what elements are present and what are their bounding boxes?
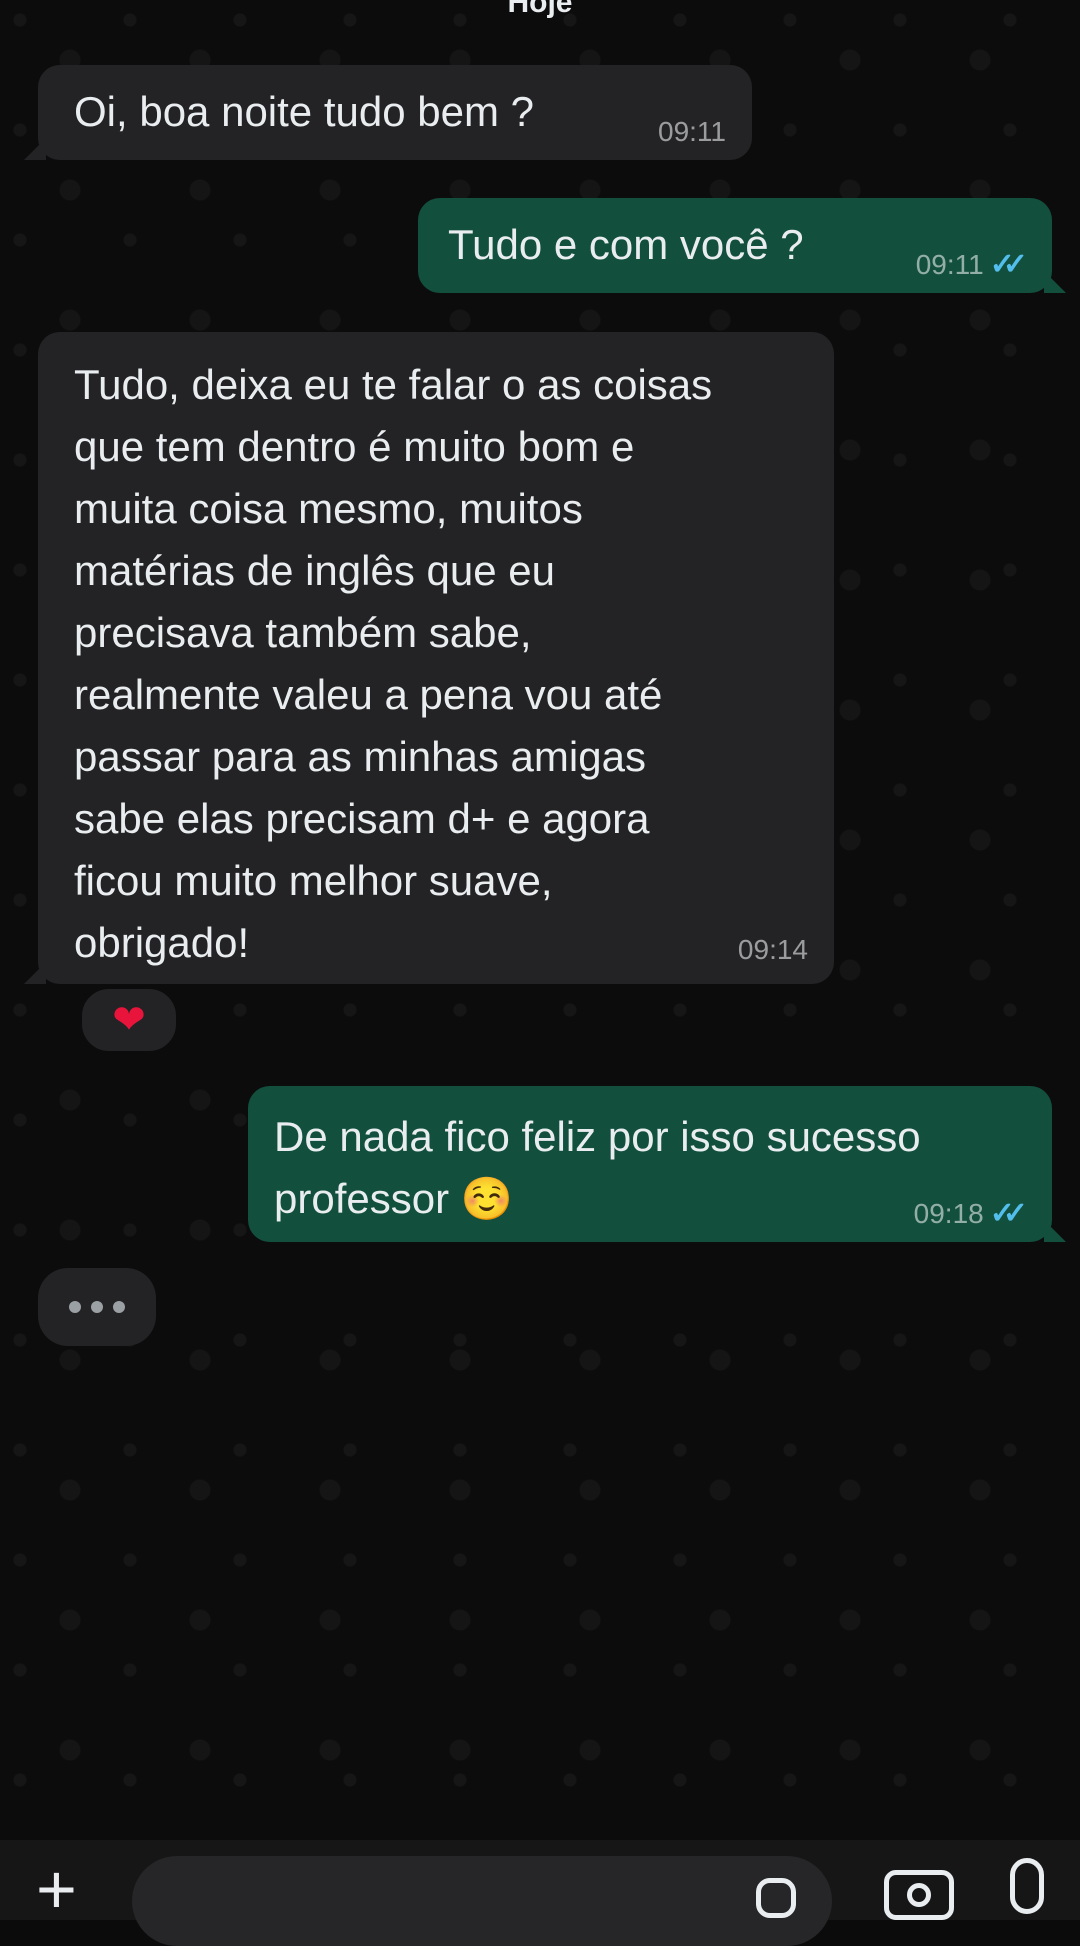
message-incoming[interactable]: Oi, boa noite tudo bem ? 09:11 (24, 65, 752, 160)
read-receipt-icon: ✓✓ (989, 248, 1028, 281)
message-time: 09:18 (913, 1198, 984, 1229)
sticker-icon[interactable] (756, 1878, 796, 1918)
message-incoming[interactable]: Tudo, deixa eu te falar o as coisas que … (24, 332, 834, 984)
message-outgoing[interactable]: De nada fico feliz por isso sucesso prof… (248, 1086, 1066, 1242)
heart-reaction-icon[interactable]: ❤ (78, 985, 180, 1055)
message-time: 09:11 (658, 116, 726, 147)
microphone-icon[interactable] (1010, 1858, 1044, 1914)
message-time: 09:14 (737, 934, 808, 965)
message-outgoing[interactable]: Tudo e com você ? 09:11 ✓✓ (418, 198, 1066, 293)
message-text: Tudo, deixa eu te falar o as coisas que … (74, 361, 713, 966)
camera-icon[interactable] (884, 1870, 954, 1920)
typing-dot (113, 1301, 125, 1313)
message-input[interactable] (132, 1856, 832, 1946)
typing-dot (91, 1301, 103, 1313)
read-receipt-icon: ✓✓ (989, 1197, 1028, 1230)
message-composer: + (0, 1840, 1080, 1946)
date-divider: Hoje (507, 0, 573, 19)
typing-indicator (38, 1268, 156, 1346)
message-text: Tudo e com você ? (448, 221, 804, 268)
typing-dot (69, 1301, 81, 1313)
message-time: 09:11 (915, 249, 984, 280)
message-text: Oi, boa noite tudo bem ? (74, 88, 534, 135)
plus-icon[interactable]: + (36, 1854, 77, 1924)
